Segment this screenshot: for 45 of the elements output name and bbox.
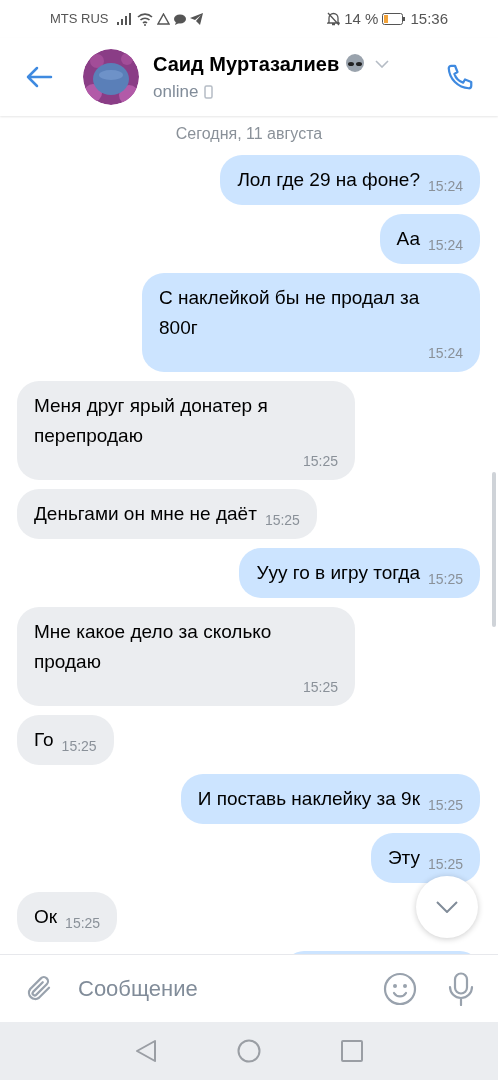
nav-back-button[interactable]: [135, 1039, 157, 1063]
emoji-button[interactable]: [382, 970, 418, 1007]
message-time: 15:24: [427, 236, 463, 255]
message-time: 15:25: [302, 678, 338, 697]
message-time: 15:25: [264, 511, 300, 530]
paper-plane-icon: [189, 13, 203, 25]
message-text: Деньгами он мне не даёт: [34, 502, 257, 526]
online-status: online: [153, 81, 199, 104]
bell-off-icon: [327, 12, 341, 26]
battery-icon: [382, 13, 407, 25]
message-time: 15:24: [427, 177, 463, 196]
scroll-down-button[interactable]: [416, 876, 478, 938]
message-text: Эту: [387, 846, 420, 870]
carrier-name: MTS RUS: [50, 10, 109, 29]
message-text: Меня друг ярый донатер я перепродаю: [34, 394, 269, 448]
message-input[interactable]: Сообщение: [78, 972, 382, 1005]
microphone-button[interactable]: [446, 970, 476, 1007]
message-text: С наклейкой бы не продал за 800г: [159, 286, 421, 340]
message-time: 15:24: [427, 344, 463, 363]
battery-percent: 14 %: [344, 8, 379, 29]
warning-icon: [156, 13, 170, 25]
phone-device-icon: [204, 85, 214, 99]
message-time: 15:25: [427, 570, 463, 589]
message-text: Мне какое дело за сколько продаю: [34, 620, 273, 674]
message-text: Ууу го в игру тогда: [256, 561, 420, 585]
recents-button[interactable]: [341, 1040, 363, 1062]
message-time: 15:25: [65, 914, 101, 933]
message-time: 15:25: [427, 796, 463, 815]
message-text: Ок: [34, 905, 58, 929]
message-time: 15:25: [427, 855, 463, 874]
clock-time: 15:36: [410, 8, 448, 29]
contact-name: Саид Муртазалиев: [153, 52, 340, 78]
message-time: 15:25: [302, 452, 338, 471]
chevron-down-icon: [436, 901, 458, 913]
signal-icon: [116, 13, 133, 25]
message-time: 15:25: [61, 737, 97, 756]
chevron-down-icon[interactable]: [375, 60, 390, 69]
home-button[interactable]: [237, 1039, 261, 1063]
message-text: И поставь наклейку за 9к: [197, 787, 420, 811]
message-text: Го: [34, 728, 54, 752]
alien-icon: [345, 54, 366, 75]
message-text: Аа: [396, 227, 420, 251]
chat-icon: [173, 13, 186, 25]
wifi-icon: [136, 12, 153, 26]
message-text: Лол где 29 на фоне?: [237, 168, 420, 192]
